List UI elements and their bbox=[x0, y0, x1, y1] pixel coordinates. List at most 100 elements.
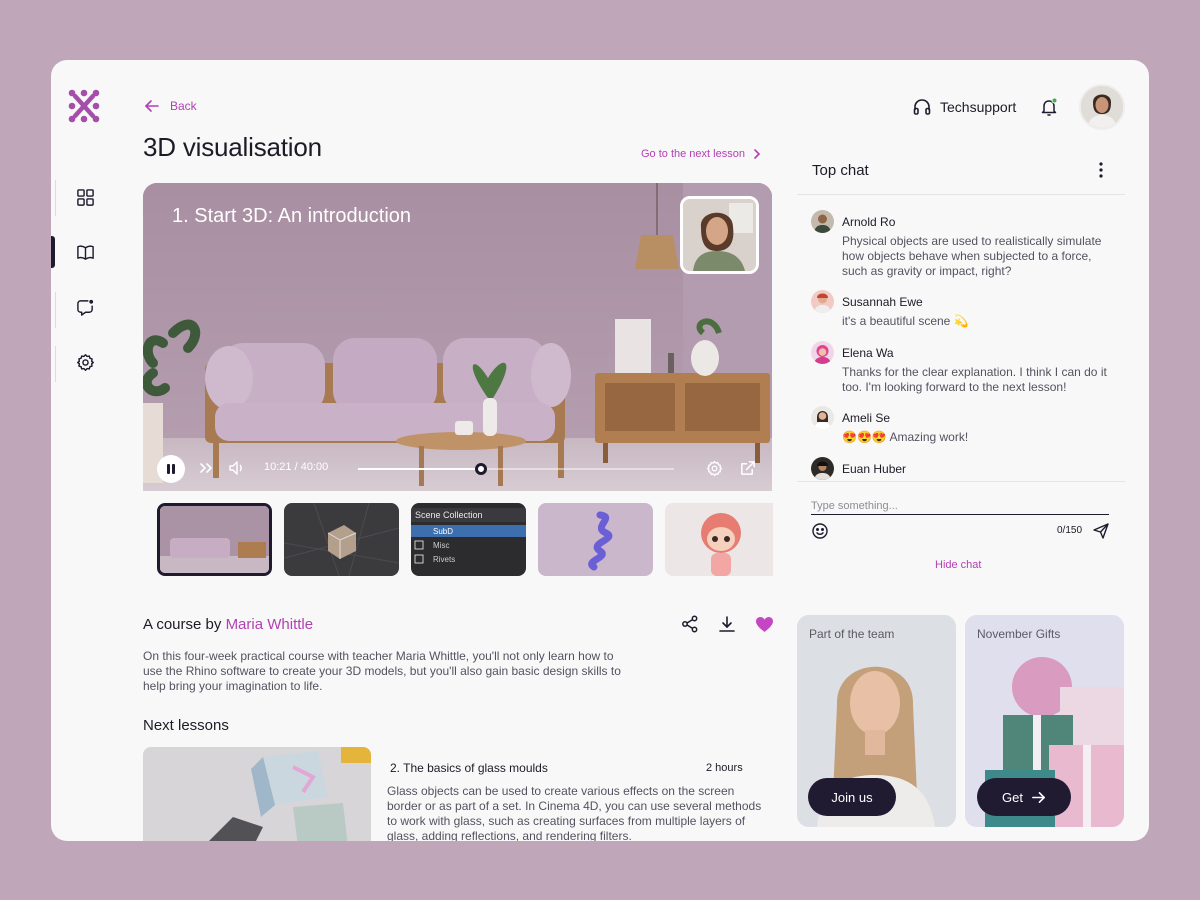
progress-track[interactable] bbox=[358, 463, 674, 475]
send-icon[interactable] bbox=[1092, 522, 1110, 540]
thumbnail-twist-shape[interactable] bbox=[538, 503, 653, 576]
thumbnail-image bbox=[538, 503, 653, 576]
video-controls: 10:21 / 40:00 bbox=[143, 441, 772, 491]
thumbnail-scene-collection[interactable]: Scene Collection SubD Misc Rivets bbox=[411, 503, 526, 576]
next-lesson-duration: 2 hours bbox=[706, 762, 743, 774]
more-options-icon[interactable] bbox=[1091, 160, 1111, 180]
char-count: 0/150 bbox=[1057, 525, 1083, 536]
get-label: Get bbox=[1002, 789, 1023, 805]
chat-author: Elena Wa bbox=[842, 346, 894, 360]
book-icon bbox=[76, 244, 94, 260]
nav-divider bbox=[55, 346, 56, 382]
instructor-portrait bbox=[683, 199, 756, 271]
heart-icon bbox=[755, 616, 773, 632]
chat-text: 😍😍😍 Amazing work! bbox=[842, 430, 969, 444]
fast-forward-icon bbox=[200, 463, 213, 473]
next-lesson-link[interactable]: Go to the next lesson bbox=[641, 148, 763, 160]
page-title: 3D visualisation bbox=[143, 132, 322, 162]
video-title: 1. Start 3D: An introduction bbox=[172, 205, 412, 227]
gear-icon bbox=[76, 353, 94, 371]
chat-author: Arnold Ro bbox=[842, 215, 896, 229]
techsupport-button[interactable]: Techsupport bbox=[913, 98, 1016, 116]
thumbnail-image bbox=[160, 506, 269, 573]
teacher-link[interactable]: Maria Whittle bbox=[226, 616, 314, 633]
user-avatar-image bbox=[1081, 86, 1123, 128]
lesson-thumbnails: Scene Collection SubD Misc Rivets bbox=[157, 503, 773, 577]
nav-messages[interactable] bbox=[71, 293, 99, 321]
svg-text:Misc: Misc bbox=[433, 541, 449, 550]
promo-team-label: Part of the team bbox=[809, 627, 895, 641]
arrow-left-icon bbox=[145, 100, 159, 112]
nav-dashboard[interactable] bbox=[71, 183, 99, 211]
nav-active-indicator bbox=[51, 236, 55, 268]
headphones-icon bbox=[913, 99, 931, 115]
course-byline: A course by Maria Whittle bbox=[143, 616, 313, 633]
thumbnail-living-room[interactable] bbox=[157, 503, 272, 576]
thumbnail-image bbox=[665, 503, 773, 576]
join-us-label: Join us bbox=[831, 789, 873, 805]
chat-heading: Top chat bbox=[812, 162, 869, 179]
chat-input[interactable] bbox=[811, 497, 1109, 515]
thumbnail-cube[interactable] bbox=[284, 503, 399, 576]
open-external-button[interactable] bbox=[737, 458, 757, 478]
chat-avatar bbox=[811, 210, 834, 233]
glass-cubes-image bbox=[143, 747, 371, 841]
chat-avatar bbox=[811, 457, 834, 480]
chat-avatar bbox=[811, 341, 834, 364]
instructor-webcam[interactable] bbox=[680, 196, 759, 274]
favorite-button[interactable] bbox=[753, 613, 775, 635]
chat-text: it's a beautiful scene 💫 bbox=[842, 314, 969, 328]
chat-divider bbox=[797, 481, 1125, 482]
volume-button[interactable] bbox=[227, 458, 247, 478]
thumbnail-image bbox=[284, 503, 399, 576]
progress-fill bbox=[358, 468, 482, 470]
chat-avatar bbox=[811, 406, 834, 429]
arrow-right-icon bbox=[1032, 791, 1045, 803]
nav-divider bbox=[55, 180, 56, 216]
svg-text:SubD: SubD bbox=[433, 527, 453, 536]
video-player[interactable]: 1. Start 3D: An introduction 10:21 / 40:… bbox=[143, 183, 772, 491]
course-description: On this four-week practical course with … bbox=[143, 649, 621, 693]
nav-courses[interactable] bbox=[71, 238, 99, 266]
download-icon bbox=[719, 616, 735, 632]
pause-icon bbox=[167, 464, 175, 474]
back-button[interactable]: Back bbox=[144, 98, 197, 114]
chat-author: Euan Huber bbox=[842, 462, 907, 476]
next-lesson-description: Glass objects can be used to create vari… bbox=[387, 784, 762, 841]
chat-author: Ameli Se bbox=[842, 411, 891, 425]
thumbnail-doll[interactable] bbox=[665, 503, 773, 576]
gear-icon bbox=[706, 460, 722, 476]
next-lesson-label: Go to the next lesson bbox=[641, 148, 745, 160]
course-actions bbox=[679, 613, 775, 635]
chevron-right-icon bbox=[754, 149, 761, 159]
promo-card-team: Part of the team Join us bbox=[797, 615, 956, 827]
next-lesson-title[interactable]: 2. The basics of glass moulds bbox=[390, 761, 548, 775]
app-window: Back 3D visualisation Go to the next les… bbox=[51, 60, 1149, 841]
chat-avatar bbox=[811, 290, 834, 313]
promo-gifts-label: November Gifts bbox=[977, 627, 1061, 641]
share-button[interactable] bbox=[679, 613, 701, 635]
share-icon bbox=[682, 615, 698, 633]
time-readout: 10:21 / 40:00 bbox=[264, 461, 329, 473]
user-avatar[interactable] bbox=[1079, 84, 1125, 130]
emoji-icon[interactable] bbox=[811, 522, 829, 540]
nav-divider bbox=[55, 292, 56, 328]
chat-icon bbox=[76, 299, 93, 316]
thumbnail-image: Scene Collection SubD Misc Rivets bbox=[411, 503, 526, 576]
join-us-button[interactable]: Join us bbox=[808, 778, 896, 816]
chat-messages: Arnold Ro Physical objects are used to r… bbox=[811, 210, 1121, 480]
download-button[interactable] bbox=[716, 613, 738, 635]
get-gift-button[interactable]: Get bbox=[977, 778, 1071, 816]
hide-chat-button[interactable]: Hide chat bbox=[935, 559, 981, 571]
next-lesson-thumbnail[interactable] bbox=[143, 747, 371, 841]
fast-forward-button[interactable] bbox=[197, 459, 215, 477]
notification-bell-icon[interactable] bbox=[1039, 97, 1059, 117]
video-settings-button[interactable] bbox=[704, 458, 724, 478]
chat-text: Thanks for the clear explanation. I thin… bbox=[842, 365, 1107, 394]
pause-button[interactable] bbox=[157, 455, 185, 483]
svg-text:Scene Collection: Scene Collection bbox=[415, 510, 483, 520]
volume-icon bbox=[229, 461, 242, 475]
progress-handle[interactable] bbox=[475, 463, 488, 475]
logo-icon bbox=[68, 89, 100, 123]
nav-settings[interactable] bbox=[71, 348, 99, 376]
